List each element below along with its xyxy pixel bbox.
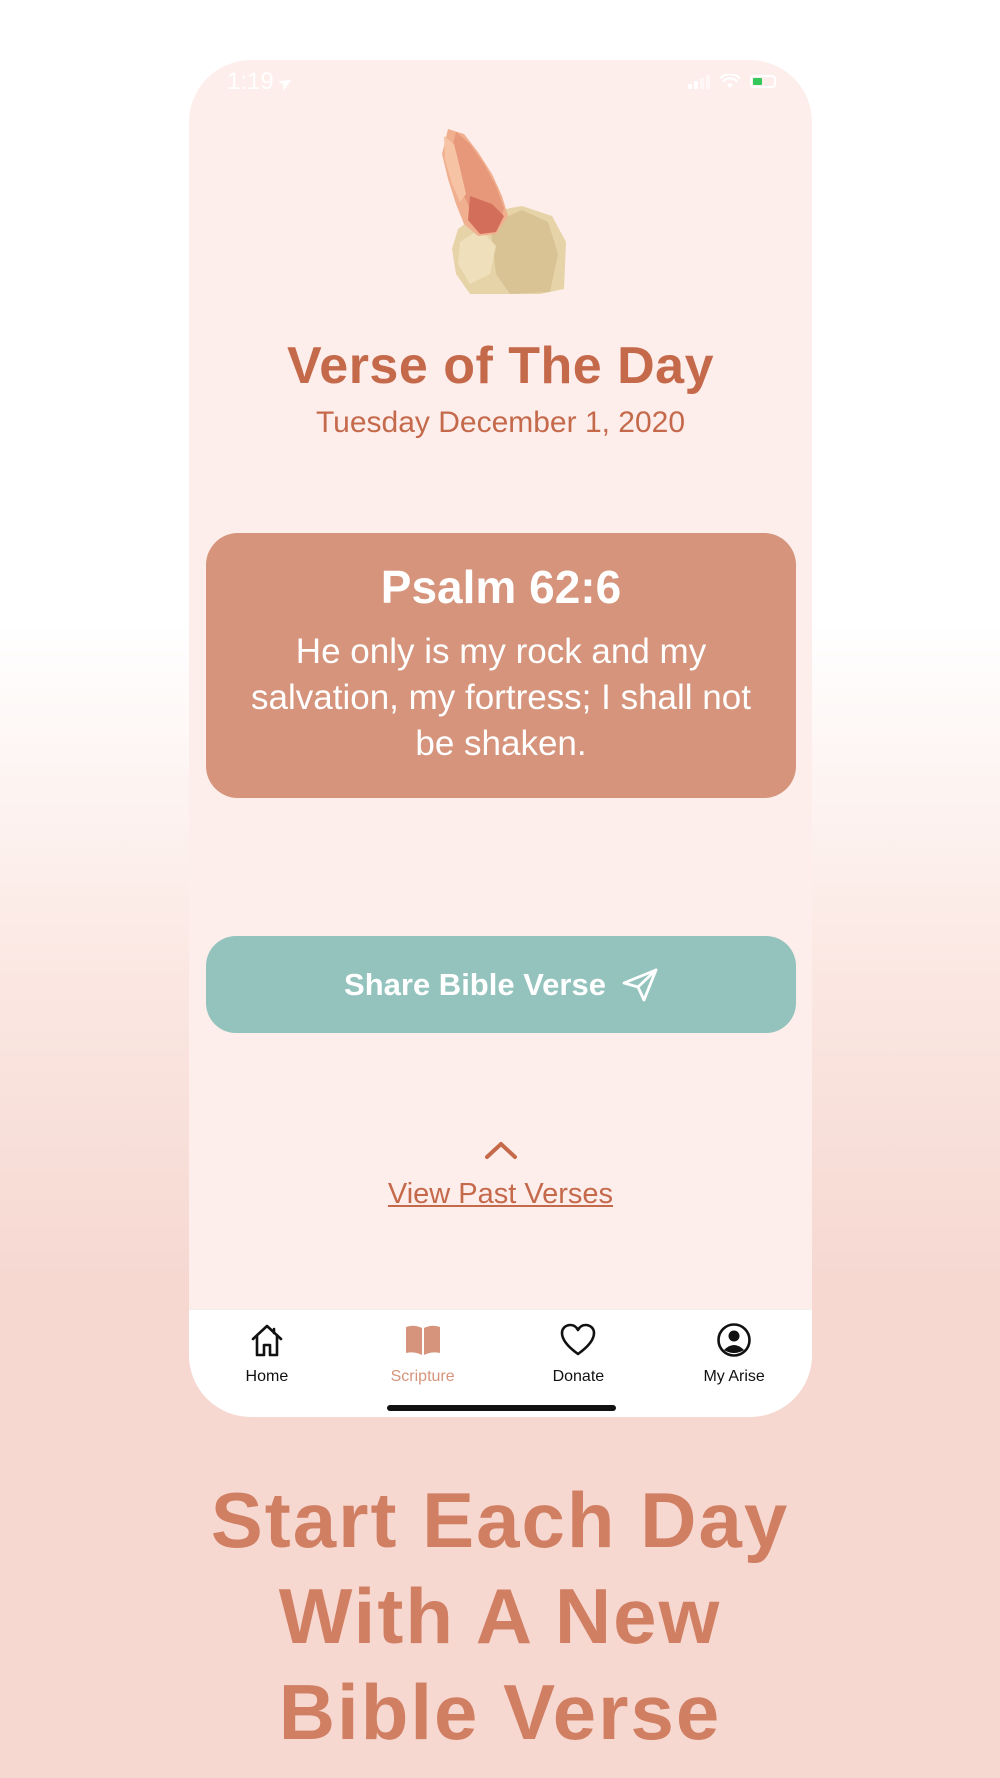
home-indicator xyxy=(387,1405,616,1411)
tab-my-arise[interactable]: My Arise xyxy=(656,1310,812,1417)
tab-home[interactable]: Home xyxy=(189,1310,345,1417)
tab-home-label: Home xyxy=(245,1368,289,1385)
caption-line: Start Each Day xyxy=(210,1476,790,1564)
tab-scripture[interactable]: Scripture xyxy=(345,1310,501,1417)
page-date: Tuesday December 1, 2020 xyxy=(315,406,686,439)
tab-bar: Home Scripture Donate My Arise xyxy=(189,1309,812,1417)
status-bar: 1:19➤ xyxy=(189,60,812,104)
book-icon xyxy=(403,1320,443,1360)
heart-icon xyxy=(558,1320,598,1360)
page-title: Verse of The Day xyxy=(286,337,715,395)
status-indicators xyxy=(688,74,776,89)
signal-icon xyxy=(688,74,710,89)
location-icon: ➤ xyxy=(273,70,297,96)
view-past-verses-link[interactable]: View Past Verses xyxy=(189,1178,812,1211)
wifi-icon xyxy=(720,74,740,88)
status-time: 1:19➤ xyxy=(227,68,297,96)
tab-donate[interactable]: Donate xyxy=(501,1310,657,1417)
phone-screen: 1:19➤ Verse of The Day Tuesday December … xyxy=(189,60,812,1417)
chevron-up-icon[interactable] xyxy=(483,1138,519,1160)
tab-my-arise-label: My Arise xyxy=(703,1368,765,1385)
share-bible-verse-button[interactable]: Share Bible Verse xyxy=(206,936,796,1033)
share-button-label: Share Bible Verse xyxy=(344,966,606,1002)
caption-line: With A New xyxy=(278,1572,722,1660)
tab-scripture-label: Scripture xyxy=(390,1368,455,1385)
send-icon xyxy=(622,968,658,1002)
battery-icon xyxy=(750,75,776,88)
verse-reference: Psalm 62:6 xyxy=(380,561,622,613)
caption-line: Bible Verse xyxy=(278,1668,722,1756)
verse-card: Psalm 62:6 He only is my rock and my sal… xyxy=(206,533,796,798)
verse-text: He only is my rock and my salvation, my … xyxy=(251,632,751,763)
home-icon xyxy=(247,1320,287,1360)
praying-hands-illustration xyxy=(442,129,566,294)
profile-icon xyxy=(714,1320,754,1360)
tab-donate-label: Donate xyxy=(552,1368,605,1385)
status-time-text: 1:19 xyxy=(227,68,274,95)
marketing-caption: Start Each Day With A New Bible Verse xyxy=(0,1472,1000,1760)
